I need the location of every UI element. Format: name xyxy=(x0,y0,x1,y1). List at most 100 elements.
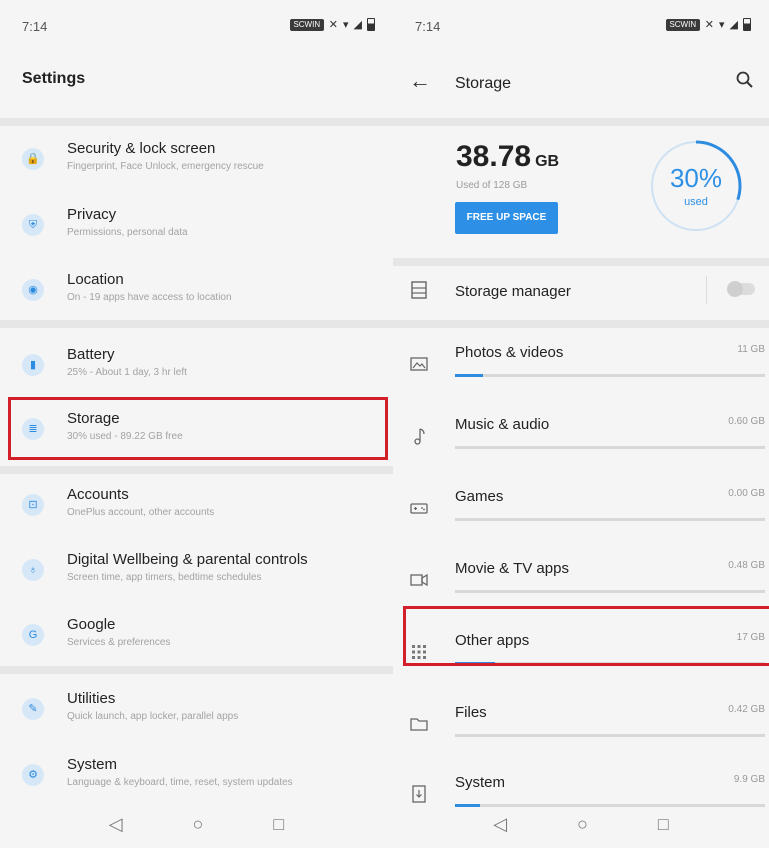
settings-item-utilities[interactable]: ✎ Utilities Quick launch, app locker, pa… xyxy=(0,686,393,746)
page-title: Storage xyxy=(455,75,512,92)
settings-item-title: Google xyxy=(67,616,116,633)
category-size: 0.42 GB xyxy=(728,704,765,715)
category-size: 0.60 GB xyxy=(728,416,765,427)
wellbeing-icon: ♁ xyxy=(22,559,44,581)
home-nav-icon[interactable]: ○ xyxy=(577,814,588,835)
settings-item-subtitle: Permissions, personal data xyxy=(67,227,188,238)
category-usage-track xyxy=(455,590,765,593)
divider xyxy=(393,118,769,126)
category-name: System xyxy=(455,774,506,791)
other-apps-highlight-box xyxy=(403,606,769,666)
back-nav-icon[interactable]: ◁ xyxy=(493,814,507,835)
settings-item-digital-wellbeing[interactable]: ♁ Digital Wellbeing & parental controls … xyxy=(0,547,393,607)
category-size: 11 GB xyxy=(737,344,765,355)
folder-icon xyxy=(410,718,428,731)
image-icon xyxy=(410,357,428,371)
search-icon[interactable] xyxy=(735,70,755,95)
wifi-icon: ▾ xyxy=(719,19,725,31)
storage-used-unit: GB xyxy=(535,153,560,170)
battery-status-icon xyxy=(743,18,751,31)
divider xyxy=(393,258,769,266)
recents-nav-icon[interactable]: □ xyxy=(273,814,284,835)
storage-manager-row[interactable]: Storage manager xyxy=(393,273,769,313)
settings-item-location[interactable]: ◉ Location On - 19 apps have access to l… xyxy=(0,267,393,327)
settings-item-subtitle: Language & keyboard, time, reset, system… xyxy=(67,777,293,788)
settings-item-accounts[interactable]: ⊡ Accounts OnePlus account, other accoun… xyxy=(0,482,393,542)
settings-item-title: Security & lock screen xyxy=(67,140,216,157)
settings-item-title: Utilities xyxy=(67,690,116,707)
settings-item-privacy[interactable]: ⛨ Privacy Permissions, personal data xyxy=(0,202,393,262)
settings-item-security[interactable]: 🔒 Security & lock screen Fingerprint, Fa… xyxy=(0,136,393,196)
screen-record-badge: SCWIN xyxy=(665,18,700,31)
category-size: 9.9 GB xyxy=(733,774,765,785)
location-icon: ◉ xyxy=(22,279,44,301)
category-usage-track xyxy=(455,446,765,449)
category-usage-track xyxy=(455,734,765,737)
music-note-icon xyxy=(414,428,425,445)
screen-record-badge: SCWIN xyxy=(289,18,324,31)
home-nav-icon[interactable]: ○ xyxy=(193,814,204,835)
settings-item-google[interactable]: G Google Services & preferences xyxy=(0,612,393,672)
settings-item-subtitle: 25% - About 1 day, 3 hr left xyxy=(67,367,187,378)
settings-item-subtitle: On - 19 apps have access to location xyxy=(67,292,232,303)
settings-item-title: Digital Wellbeing & parental controls xyxy=(67,551,308,568)
divider xyxy=(0,320,393,328)
storage-manager-icon xyxy=(411,281,427,299)
category-photos-videos[interactable]: Photos & videos 11 GB xyxy=(393,336,769,408)
category-name: Movie & TV apps xyxy=(455,560,569,577)
settings-item-subtitle: Quick launch, app locker, parallel apps xyxy=(67,711,239,722)
toggle-separator xyxy=(706,276,707,304)
settings-item-subtitle: Services & preferences xyxy=(67,637,171,648)
toggle-knob xyxy=(727,281,743,297)
mute-icon: ✕ xyxy=(328,19,338,31)
utilities-icon: ✎ xyxy=(22,698,44,720)
divider xyxy=(0,118,393,126)
status-bar: 7:14 SCWIN ✕ ▾ ◢ xyxy=(393,0,769,44)
navigation-bar: ◁ ○ □ xyxy=(393,800,769,848)
shield-icon: ⛨ xyxy=(22,214,44,236)
settings-screen: 7:14 SCWIN ✕ ▾ ◢ Settings 🔒 Security & l… xyxy=(0,0,393,848)
divider xyxy=(0,666,393,674)
google-icon: G xyxy=(22,624,44,646)
storage-used-value: 38.78 xyxy=(456,140,532,173)
storage-used-amount: 38.78 GB xyxy=(456,140,559,174)
system-icon: ⚙ xyxy=(22,764,44,786)
back-arrow-icon[interactable]: ← xyxy=(409,68,431,94)
status-bar: 7:14 SCWIN ✕ ▾ ◢ xyxy=(0,0,393,44)
settings-item-title: Privacy xyxy=(67,206,117,223)
wifi-icon: ▾ xyxy=(343,19,349,31)
category-music-audio[interactable]: Music & audio 0.60 GB xyxy=(393,408,769,480)
category-files[interactable]: Files 0.42 GB xyxy=(393,696,769,768)
settings-item-subtitle: OnePlus account, other accounts xyxy=(67,507,215,518)
status-time: 7:14 xyxy=(415,19,441,34)
back-nav-icon[interactable]: ◁ xyxy=(109,814,123,835)
storage-manager-toggle[interactable] xyxy=(727,281,755,297)
signal-icon: ◢ xyxy=(729,19,738,31)
category-size: 0.00 GB xyxy=(728,488,765,499)
navigation-bar: ◁ ○ □ xyxy=(0,800,393,848)
category-size: 0.48 GB xyxy=(728,560,765,571)
category-name: Music & audio xyxy=(455,416,550,433)
usage-percent: 30% xyxy=(669,163,723,193)
category-name: Files xyxy=(455,704,487,721)
category-games[interactable]: Games 0.00 GB xyxy=(393,480,769,552)
video-camera-icon xyxy=(410,573,428,587)
category-name: Photos & videos xyxy=(455,344,564,361)
account-icon: ⊡ xyxy=(22,494,44,516)
settings-item-subtitle: Fingerprint, Face Unlock, emergency resc… xyxy=(67,161,264,172)
status-icons: SCWIN ✕ ▾ ◢ xyxy=(665,18,751,31)
settings-item-title: Location xyxy=(67,271,124,288)
free-up-space-button[interactable]: FREE UP SPACE xyxy=(455,202,558,234)
category-usage-track xyxy=(455,518,765,521)
usage-label: used xyxy=(684,196,708,208)
recents-nav-icon[interactable]: □ xyxy=(658,814,669,835)
settings-item-title: Battery xyxy=(67,346,115,363)
battery-icon: ▮ xyxy=(22,354,44,376)
battery-status-icon xyxy=(367,18,375,31)
settings-item-subtitle: Screen time, app timers, bedtime schedul… xyxy=(67,572,262,583)
divider xyxy=(0,466,393,474)
settings-item-battery[interactable]: ▮ Battery 25% - About 1 day, 3 hr left xyxy=(0,342,393,402)
mute-icon: ✕ xyxy=(704,19,714,31)
category-usage-fill xyxy=(455,374,483,377)
category-name: Games xyxy=(455,488,504,505)
